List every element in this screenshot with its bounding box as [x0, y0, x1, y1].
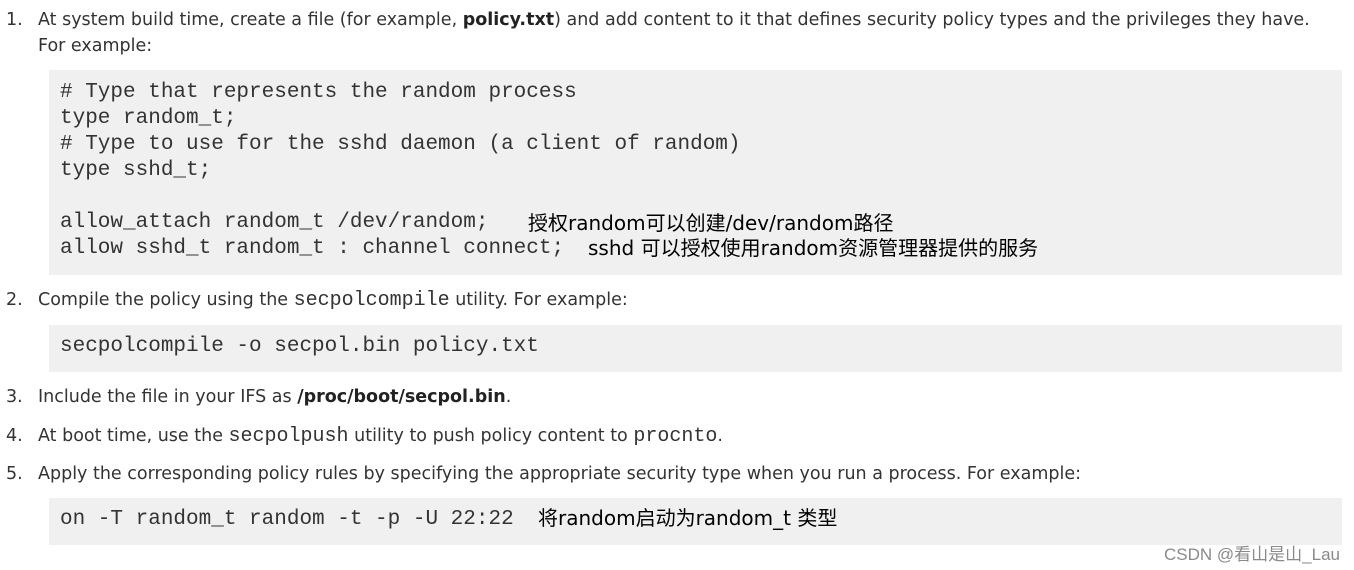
code-block-run: on -T random_t random -t -p -U 22:22 将ra… — [49, 498, 1342, 545]
text: utility. For example: — [449, 290, 628, 310]
text: . — [717, 426, 723, 446]
code-line: secpolcompile -o secpol.bin policy.txt — [60, 335, 539, 358]
inline-code: secpolpush — [228, 425, 349, 448]
step-number: 4. — [6, 426, 23, 446]
code-line: allow sshd_t random_t : channel connect; — [60, 237, 565, 260]
filename: policy.txt — [462, 10, 555, 30]
text: Include the file in your IFS as — [38, 387, 298, 407]
inline-code: secpolcompile — [293, 289, 450, 312]
code-line: allow_attach random_t /dev/random; — [60, 211, 489, 234]
step-3-text: Include the file in your IFS as /proc/bo… — [38, 384, 511, 410]
code-line: on -T random_t random -t -p -U 22:22 — [60, 508, 514, 531]
annotation: 授权random可以创建/dev/random路径 — [528, 211, 894, 235]
annotation: sshd 可以授权使用random资源管理器提供的服务 — [588, 236, 1039, 260]
step-2-text: Compile the policy using the secpolcompi… — [38, 287, 628, 314]
code-block-compile: secpolcompile -o secpol.bin policy.txt — [49, 325, 1342, 372]
step-number: 2. — [6, 290, 23, 310]
code-line: # Type that represents the random proces… — [60, 81, 577, 104]
text: utility to push policy content to — [348, 426, 634, 446]
step-1-line2: For example: — [38, 36, 153, 56]
text: . — [505, 387, 512, 407]
text: Compile the policy using the — [38, 290, 294, 310]
code-line: type random_t; — [60, 107, 237, 130]
step-1-text: At system build time, create a file (for… — [38, 7, 1310, 33]
step-number: 1. — [6, 10, 23, 30]
text: ) and add content to it that defines sec… — [554, 10, 1310, 30]
step-5-text: Apply the corresponding policy rules by … — [38, 464, 1081, 484]
text: At boot time, use the — [38, 426, 229, 446]
watermark: CSDN @看山是山_Lau — [1164, 545, 1340, 564]
inline-code: procnto — [633, 425, 718, 448]
step-4-text: At boot time, use the secpolpush utility… — [38, 423, 723, 450]
code-block-policy: # Type that represents the random proces… — [49, 70, 1342, 275]
code-line: type sshd_t; — [60, 159, 212, 182]
filepath: /proc/boot/secpol.bin — [297, 387, 506, 407]
code-line: # Type to use for the sshd daemon (a cli… — [60, 133, 741, 156]
step-number: 3. — [6, 387, 23, 407]
annotation: 将random启动为random_t 类型 — [538, 506, 838, 530]
step-number: 5. — [6, 464, 23, 484]
text: At system build time, create a file (for… — [38, 10, 463, 30]
